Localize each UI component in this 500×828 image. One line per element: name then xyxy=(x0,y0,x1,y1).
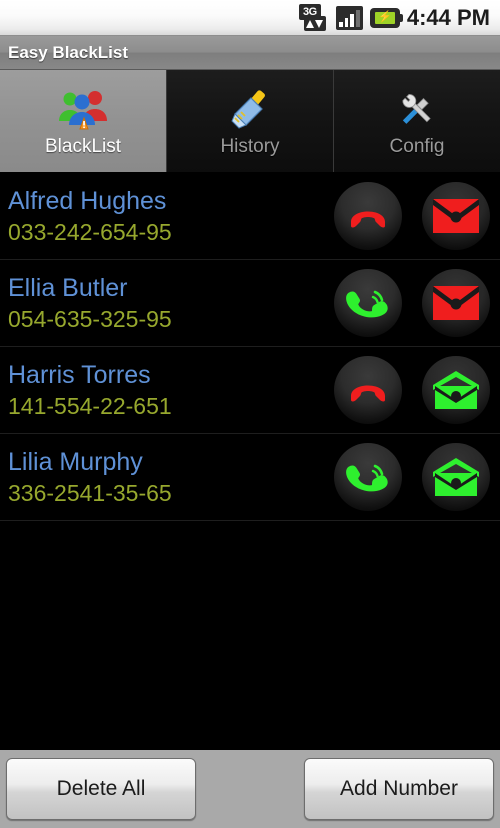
tab-blacklist-label: BlackList xyxy=(44,136,122,157)
row-texts: Ellia Butler 054-635-325-95 xyxy=(0,273,324,332)
contact-number: 141-554-22-651 xyxy=(8,392,172,419)
tab-config[interactable]: Config xyxy=(334,70,500,172)
signal-bars-icon xyxy=(335,5,363,30)
call-toggle-button[interactable] xyxy=(324,182,412,250)
blacklist-list[interactable]: Alfred Hughes 033-242-654-95 Ellia Butle… xyxy=(0,173,500,748)
bottom-action-bar: Delete All Add Number xyxy=(0,748,500,828)
delete-all-button[interactable]: Delete All xyxy=(6,758,196,820)
phone-allowed-icon xyxy=(334,269,402,337)
3g-icon: 3G xyxy=(298,4,329,31)
battery-charging-icon: ⚡ xyxy=(369,7,403,28)
status-bar: 3G ⚡ 4:44 PM xyxy=(0,0,500,36)
tab-config-label: Config xyxy=(389,136,445,157)
sms-toggle-button[interactable] xyxy=(412,443,500,511)
call-toggle-button[interactable] xyxy=(324,443,412,511)
call-toggle-button[interactable] xyxy=(324,356,412,424)
tab-history-label: History xyxy=(220,136,280,157)
contact-name: Harris Torres xyxy=(8,360,151,389)
add-number-button[interactable]: Add Number xyxy=(304,758,494,820)
tab-blacklist[interactable]: BlackList xyxy=(0,70,167,172)
tab-bar: BlackList History Config xyxy=(0,70,500,173)
envelope-open-icon xyxy=(422,356,490,424)
contact-number: 033-242-654-95 xyxy=(8,218,172,245)
envelope-closed-icon xyxy=(422,182,490,250)
row-texts: Alfred Hughes 033-242-654-95 xyxy=(0,186,324,245)
contact-name: Alfred Hughes xyxy=(8,186,167,215)
table-row[interactable]: Harris Torres 141-554-22-651 xyxy=(0,347,500,434)
sms-toggle-button[interactable] xyxy=(412,182,500,250)
row-texts: Harris Torres 141-554-22-651 xyxy=(0,360,324,419)
sms-toggle-button[interactable] xyxy=(412,356,500,424)
contact-number: 336-2541-35-65 xyxy=(8,479,172,506)
contact-name: Ellia Butler xyxy=(8,273,128,302)
call-toggle-button[interactable] xyxy=(324,269,412,337)
table-row[interactable]: Alfred Hughes 033-242-654-95 xyxy=(0,173,500,260)
phone-blocked-icon xyxy=(334,182,402,250)
title-bar: Easy BlackList xyxy=(0,36,500,70)
sms-toggle-button[interactable] xyxy=(412,269,500,337)
row-texts: Lilia Murphy 336-2541-35-65 xyxy=(0,447,324,506)
contact-number: 054-635-325-95 xyxy=(8,305,172,332)
phone-blocked-icon xyxy=(334,356,402,424)
phone-allowed-icon xyxy=(334,443,402,511)
app-root: 3G ⚡ 4:44 PM Easy BlackList BlackList Hi… xyxy=(0,0,500,828)
table-row[interactable]: Ellia Butler 054-635-325-95 xyxy=(0,260,500,347)
contact-name: Lilia Murphy xyxy=(8,447,143,476)
status-bar-clock: 4:44 PM xyxy=(406,4,490,30)
3g-data-arrows-icon xyxy=(303,16,326,31)
table-row[interactable]: Lilia Murphy 336-2541-35-65 xyxy=(0,434,500,521)
people-warning-icon xyxy=(56,84,110,134)
tab-history[interactable]: History xyxy=(167,70,334,172)
wrench-screwdriver-icon xyxy=(392,84,442,134)
envelope-closed-icon xyxy=(422,269,490,337)
envelope-open-icon xyxy=(422,443,490,511)
battery-bolt-icon: ⚡ xyxy=(377,11,392,23)
broom-icon xyxy=(225,84,275,134)
page-title: Easy BlackList xyxy=(8,42,129,62)
